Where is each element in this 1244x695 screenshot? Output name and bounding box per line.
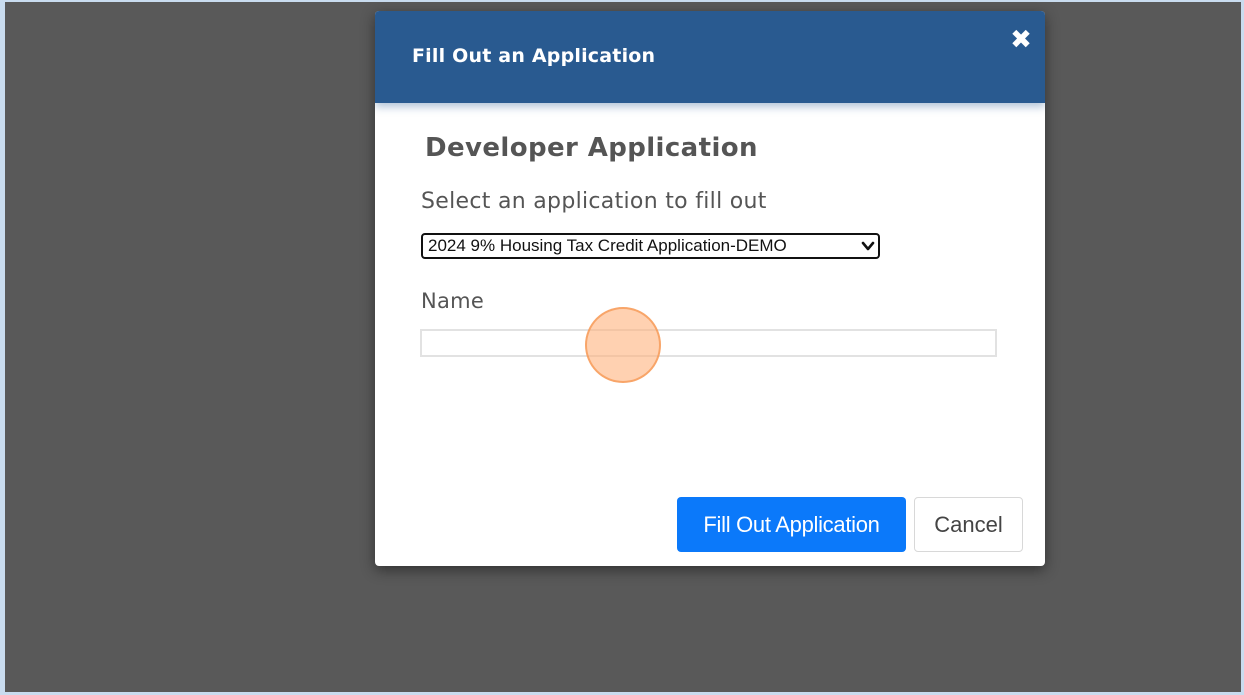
- cancel-button[interactable]: Cancel: [914, 497, 1023, 552]
- application-select-value: 2024 9% Housing Tax Credit Application-D…: [428, 236, 787, 255]
- dialog-title: Fill Out an Application: [412, 45, 656, 67]
- application-dialog: Fill Out an Application ✖ Developer Appl…: [375, 11, 1045, 566]
- select-label: Select an application to fill out: [421, 189, 767, 214]
- section-heading: Developer Application: [425, 133, 758, 163]
- chevron-down-icon: [861, 241, 875, 251]
- name-input[interactable]: [420, 329, 997, 357]
- close-icon[interactable]: ✖: [1008, 25, 1034, 55]
- dialog-header: Fill Out an Application ✖: [375, 11, 1045, 103]
- name-label: Name: [421, 289, 485, 313]
- fill-out-application-button[interactable]: Fill Out Application: [677, 497, 906, 552]
- application-select[interactable]: 2024 9% Housing Tax Credit Application-D…: [421, 233, 880, 259]
